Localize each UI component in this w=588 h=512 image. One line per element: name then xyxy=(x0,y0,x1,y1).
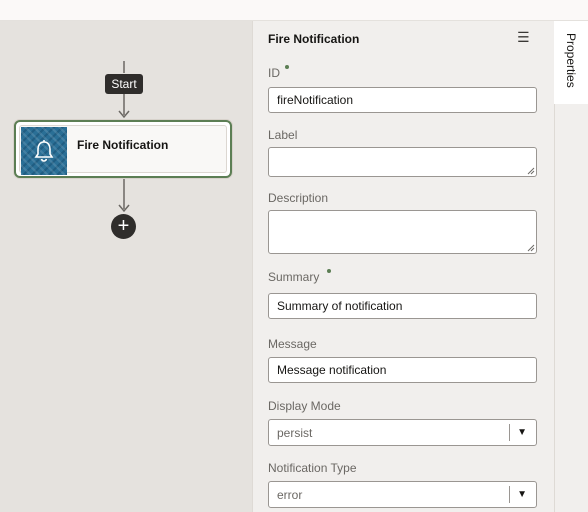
label-textarea[interactable] xyxy=(268,147,537,177)
fire-notification-node[interactable]: Fire Notification xyxy=(14,120,232,178)
select-divider xyxy=(509,424,510,441)
chevron-down-icon[interactable]: ▼ xyxy=(517,420,527,446)
required-indicator-id xyxy=(285,65,289,69)
display-mode-select[interactable]: persist ▼ xyxy=(268,419,537,446)
required-indicator-summary xyxy=(327,269,331,273)
plus-icon: + xyxy=(117,215,130,237)
tab-properties[interactable]: Properties xyxy=(564,33,578,95)
node-thumbnail xyxy=(21,127,67,175)
notification-type-label: Notification Type xyxy=(268,461,357,475)
description-textarea[interactable] xyxy=(268,210,537,254)
properties-panel: Fire Notification ☰ ID fireNotification … xyxy=(252,21,555,512)
resize-grip-icon[interactable] xyxy=(527,167,535,175)
id-label: ID xyxy=(268,66,280,80)
panel-title: Fire Notification xyxy=(268,32,360,46)
id-input[interactable]: fireNotification xyxy=(268,87,537,113)
summary-label: Summary xyxy=(268,270,320,284)
top-bar xyxy=(0,0,588,21)
display-mode-value: persist xyxy=(277,426,313,440)
chevron-down-icon[interactable]: ▼ xyxy=(517,482,527,508)
select-divider xyxy=(509,486,510,503)
message-input[interactable]: Message notification xyxy=(268,357,537,383)
label-label: Label xyxy=(268,128,298,142)
flow-connectors xyxy=(118,61,130,213)
notification-type-value: error xyxy=(277,488,303,502)
summary-input[interactable]: Summary of notification xyxy=(268,293,537,319)
flow-canvas[interactable]: Start Fire Notification + xyxy=(0,21,252,512)
start-node[interactable]: Start xyxy=(105,74,143,94)
node-title: Fire Notification xyxy=(77,138,169,152)
side-tab-rail xyxy=(554,104,588,512)
resize-grip-icon[interactable] xyxy=(527,244,535,252)
notification-type-select[interactable]: error ▼ xyxy=(268,481,537,508)
message-label: Message xyxy=(268,337,317,351)
hamburger-icon[interactable]: ☰ xyxy=(517,29,530,46)
bell-icon xyxy=(34,140,54,162)
node-body: Fire Notification xyxy=(19,125,227,175)
description-label: Description xyxy=(268,191,329,205)
display-mode-label: Display Mode xyxy=(268,399,341,413)
add-step-button[interactable]: + xyxy=(111,214,136,239)
